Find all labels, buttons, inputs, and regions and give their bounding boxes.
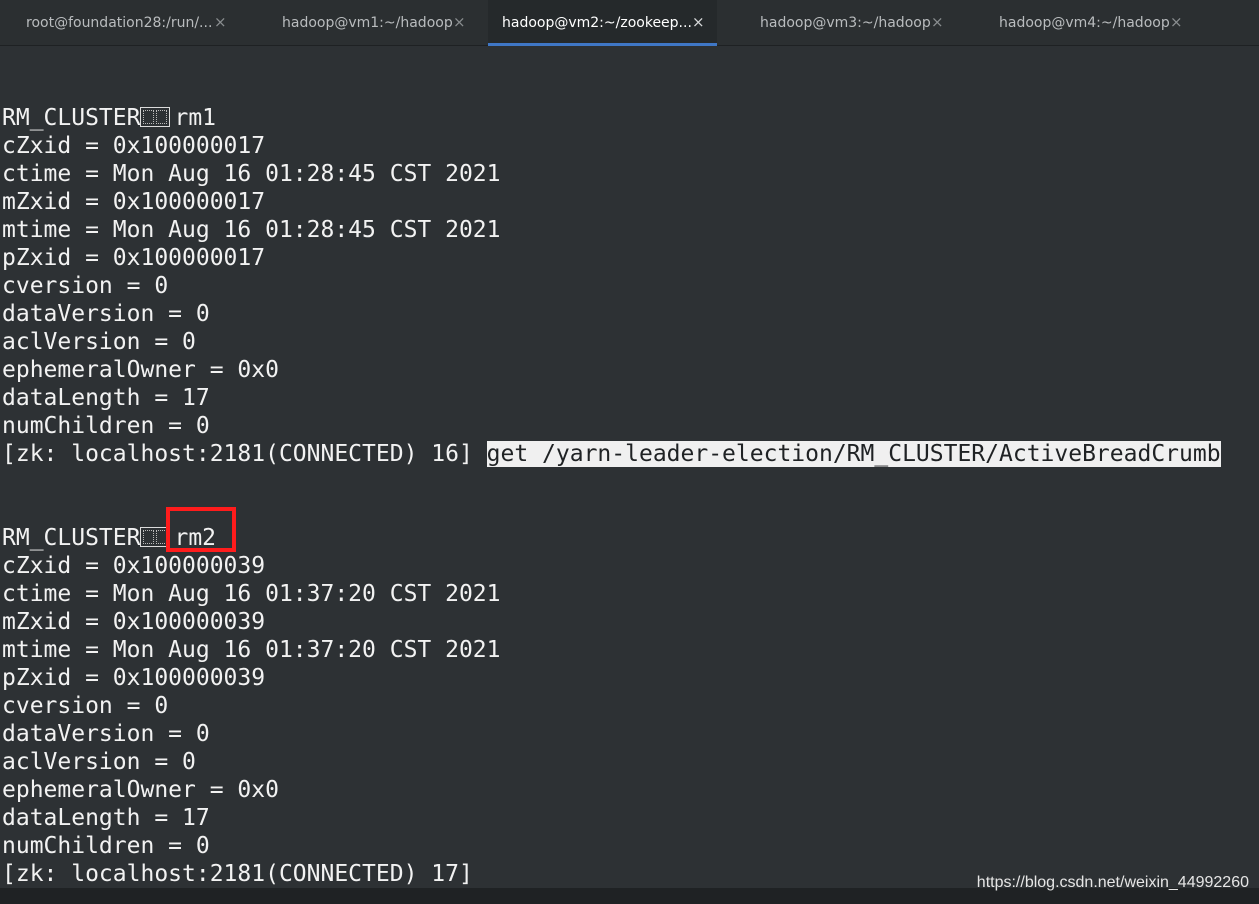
tab-vm3[interactable]: hadoop@vm3:~/hadoop × <box>717 0 961 46</box>
stat-line: aclVersion = 0 <box>2 329 196 355</box>
stat-line: ctime = Mon Aug 16 01:37:20 CST 2021 <box>2 581 501 607</box>
unprintable-glyph-icon <box>140 107 171 127</box>
prompt-line: [zk: localhost:2181(CONNECTED) 16] get /… <box>2 440 1221 468</box>
terminal-output[interactable]: RM_CLUSTER rm1 cZxid = 0x100000017 ctime … <box>0 46 1259 888</box>
stat-line: cversion = 0 <box>2 273 169 299</box>
tab-label: hadoop@vm2:~/zookeep... <box>502 15 692 31</box>
stat-line: dataLength = 17 <box>2 385 210 411</box>
shell-prompt: [zk: localhost:2181(CONNECTED) 17] <box>2 861 473 887</box>
tab-root-foundation28[interactable]: root@foundation28:/run/... × <box>0 0 244 46</box>
stat-line: mtime = Mon Aug 16 01:28:45 CST 2021 <box>2 217 501 243</box>
stat-line: numChildren = 0 <box>2 413 210 439</box>
close-icon[interactable]: × <box>214 14 227 30</box>
stat-line: pZxid = 0x100000017 <box>2 245 266 271</box>
znode-data-line: RM_CLUSTER rm1 <box>2 104 216 132</box>
stat-line: mtime = Mon Aug 16 01:37:20 CST 2021 <box>2 637 501 663</box>
selected-command[interactable]: get /yarn-leader-election/RM_CLUSTER/Act… <box>486 441 1221 467</box>
tab-label: hadoop@vm3:~/hadoop <box>760 15 931 31</box>
cluster-name: RM_CLUSTER <box>2 525 141 551</box>
stat-line: dataVersion = 0 <box>2 301 210 327</box>
close-icon[interactable]: × <box>1170 14 1183 30</box>
stat-line: cZxid = 0x100000017 <box>2 133 266 159</box>
rm-id: rm1 <box>174 105 217 131</box>
stat-line: mZxid = 0x100000017 <box>2 189 266 215</box>
stat-line: mZxid = 0x100000039 <box>2 609 266 635</box>
tab-label: root@foundation28:/run/... <box>26 15 213 31</box>
stat-line: numChildren = 0 <box>2 833 210 859</box>
shell-prompt: [zk: localhost:2181(CONNECTED) 16] <box>2 441 487 467</box>
tab-vm2-active[interactable]: hadoop@vm2:~/zookeep... × <box>488 0 717 46</box>
annotation-highlight-box <box>166 507 236 552</box>
stat-line: ephemeralOwner = 0x0 <box>2 777 279 803</box>
stat-line: cversion = 0 <box>2 693 169 719</box>
stat-line: cZxid = 0x100000039 <box>2 553 266 579</box>
watermark: https://blog.csdn.net/weixin_44992260 <box>976 874 1249 891</box>
tab-label: hadoop@vm4:~/hadoop <box>999 15 1170 31</box>
tab-vm1[interactable]: hadoop@vm1:~/hadoop × <box>244 0 488 46</box>
prompt-line: [zk: localhost:2181(CONNECTED) 17] <box>2 860 473 888</box>
stat-line: ephemeralOwner = 0x0 <box>2 357 279 383</box>
tab-bar: root@foundation28:/run/... × hadoop@vm1:… <box>0 0 1259 46</box>
stat-line: dataVersion = 0 <box>2 721 210 747</box>
stat-line: ctime = Mon Aug 16 01:28:45 CST 2021 <box>2 161 501 187</box>
stat-line: pZxid = 0x100000039 <box>2 665 266 691</box>
close-icon[interactable]: × <box>692 14 705 30</box>
tab-vm4[interactable]: hadoop@vm4:~/hadoop × <box>961 0 1205 46</box>
cluster-name: RM_CLUSTER <box>2 105 141 131</box>
stat-line: aclVersion = 0 <box>2 749 196 775</box>
tab-label: hadoop@vm1:~/hadoop <box>282 15 453 31</box>
close-icon[interactable]: × <box>931 14 944 30</box>
stat-line: dataLength = 17 <box>2 805 210 831</box>
close-icon[interactable]: × <box>453 14 466 30</box>
